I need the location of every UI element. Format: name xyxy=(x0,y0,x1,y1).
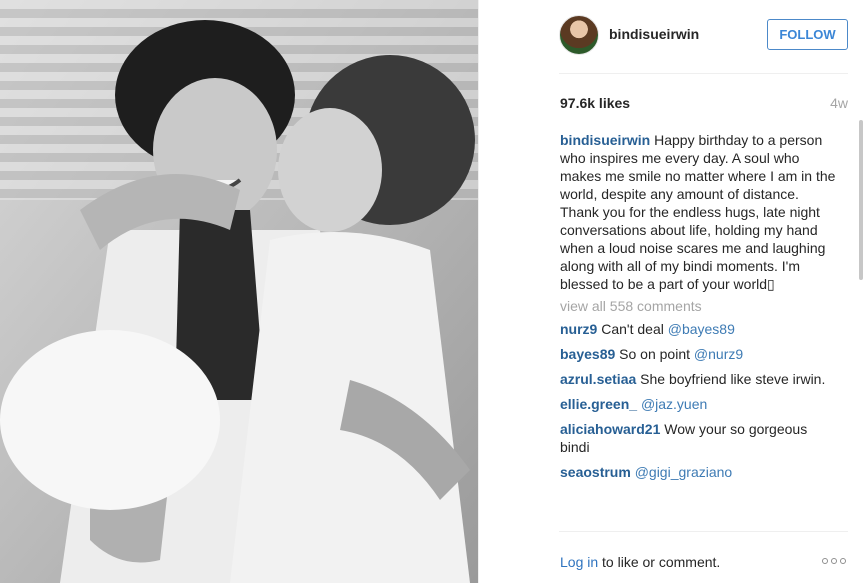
caption-text: Happy birthday to a person who inspires … xyxy=(560,132,836,292)
post-caption: bindisueirwin Happy birthday to a person… xyxy=(560,131,838,293)
avatar[interactable] xyxy=(559,15,599,55)
comment-username[interactable]: aliciahoward21 xyxy=(560,421,660,437)
comment-mention[interactable]: @bayes89 xyxy=(668,321,735,337)
dot xyxy=(831,558,837,564)
likes-count[interactable]: 97.6k likes xyxy=(560,95,630,111)
more-options-icon[interactable] xyxy=(822,558,846,564)
comment-username[interactable]: bayes89 xyxy=(560,346,615,362)
comment-mention[interactable]: @jaz.yuen xyxy=(641,396,707,412)
comment-item: azrul.setiaa She boyfriend like steve ir… xyxy=(560,370,838,388)
comment-item: nurz9 Can't deal @bayes89 xyxy=(560,320,838,338)
comment-item: ellie.green_ @jaz.yuen xyxy=(560,395,838,413)
post-header: bindisueirwin FOLLOW xyxy=(479,0,864,73)
comment-item: seaostrum @gigi_graziano xyxy=(560,463,838,481)
caption-username[interactable]: bindisueirwin xyxy=(560,132,650,148)
photo-illustration xyxy=(0,0,478,583)
comment-item: aliciahoward21 Wow your so gorgeous bind… xyxy=(560,420,838,456)
post-username[interactable]: bindisueirwin xyxy=(609,26,699,42)
comment-username[interactable]: nurz9 xyxy=(560,321,597,337)
post-photo[interactable] xyxy=(0,0,478,583)
post-timestamp[interactable]: 4w xyxy=(830,95,848,111)
comment-username[interactable]: seaostrum xyxy=(560,464,631,480)
comment-mention[interactable]: @gigi_graziano xyxy=(635,464,733,480)
dot xyxy=(822,558,828,564)
follow-button[interactable]: FOLLOW xyxy=(767,19,848,50)
comment-username[interactable]: azrul.setiaa xyxy=(560,371,636,387)
comment-text: Can't deal xyxy=(597,321,668,337)
comments-list[interactable]: bindisueirwin Happy birthday to a person… xyxy=(560,131,838,529)
comments-scrollbar[interactable] xyxy=(859,120,863,280)
dot xyxy=(840,558,846,564)
comment-text: She boyfriend like steve irwin. xyxy=(636,371,826,387)
view-all-comments-link[interactable]: view all 558 comments xyxy=(560,297,838,315)
comment-text: So on point xyxy=(615,346,694,362)
header-divider xyxy=(559,73,848,74)
login-suffix: to like or comment. xyxy=(598,554,721,570)
login-prompt: Log in to like or comment. xyxy=(560,554,720,570)
footer-divider xyxy=(559,531,848,532)
comment-item: bayes89 So on point @nurz9 xyxy=(560,345,838,363)
post-side-panel: bindisueirwin FOLLOW 97.6k likes 4w bind… xyxy=(479,0,864,583)
comment-mention[interactable]: @nurz9 xyxy=(694,346,743,362)
login-link[interactable]: Log in xyxy=(560,554,598,570)
comment-username[interactable]: ellie.green_ xyxy=(560,396,637,412)
